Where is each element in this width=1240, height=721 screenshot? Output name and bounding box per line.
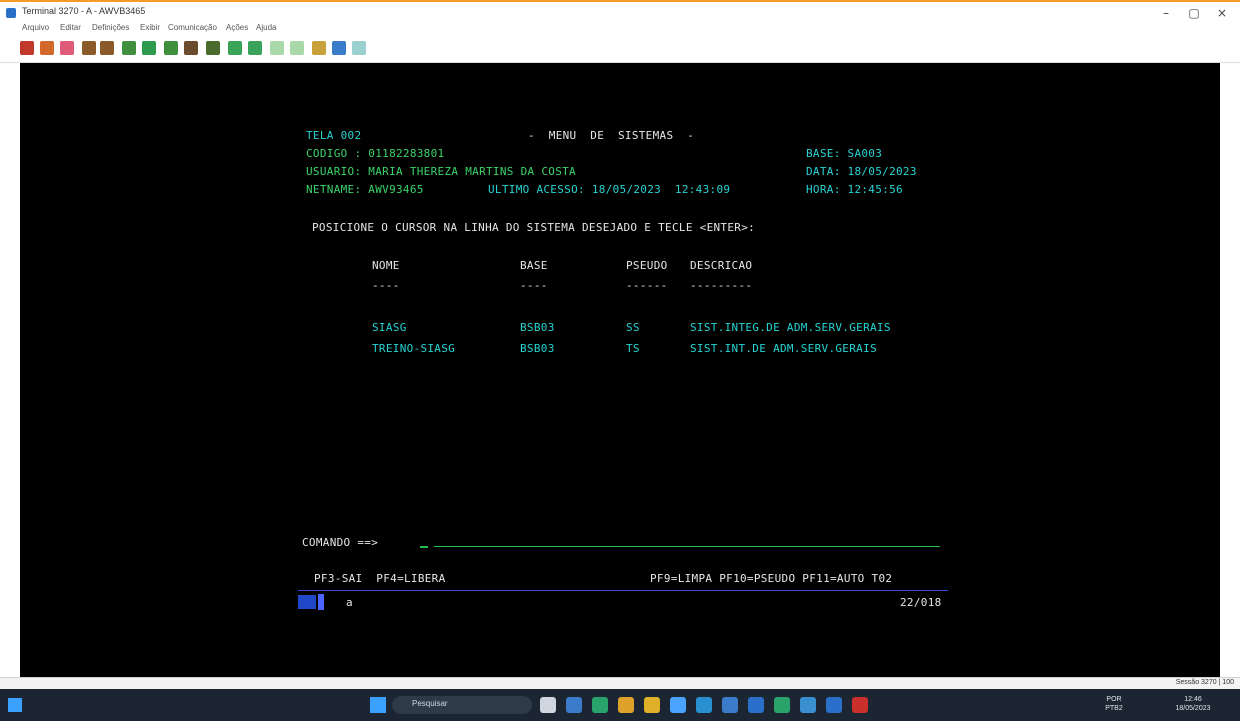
language-code: POR [1106,696,1122,703]
app-icon[interactable] [826,697,842,713]
window-title: Terminal 3270 - A - AWVB3465 [22,6,146,16]
menu-definicoes[interactable]: Definições [92,23,129,32]
disconnect-icon[interactable] [248,41,262,55]
paste-icon[interactable] [60,41,74,55]
menu-acoes[interactable]: Ações [226,23,248,32]
menu-editar[interactable]: Editar [60,23,81,32]
terminal-screen[interactable]: TELA 002 - MENU DE SISTEMAS - CODIGO : 0… [20,63,1220,677]
toolbar [0,36,1240,63]
text-cursor [420,546,428,548]
copy-icon[interactable] [20,41,34,55]
print-icon[interactable] [122,41,136,55]
row-base[interactable]: BSB03 [520,321,555,334]
teams-icon[interactable] [696,697,712,713]
menu-comunicacao[interactable]: Comunicação [168,23,217,32]
row-descricao[interactable]: SIST.INTEG.DE ADM.SERV.GERAIS [690,321,891,334]
search-placeholder: Pesquisar [412,699,448,708]
terminal-app-icon [6,8,16,18]
oia-cursor-indicator [318,594,324,610]
comando-label: COMANDO ==> [302,536,379,549]
screen-title: - MENU DE SISTEMAS - [528,129,695,142]
send-icon[interactable] [82,41,96,55]
macro-icon[interactable] [164,41,178,55]
maximize-button[interactable]: ▢ [1180,4,1208,22]
receive-icon[interactable] [100,41,114,55]
netname-field: NETNAME: AWV93465 [306,183,424,196]
pf-keys-left: PF3-SAI PF4=LIBERA [314,572,446,585]
row-descricao[interactable]: SIST.INT.DE ADM.SERV.GERAIS [690,342,877,355]
language-indicator[interactable]: POR PTB2 [1104,695,1124,713]
minimize-button[interactable]: – [1152,4,1180,22]
cut-icon[interactable] [40,41,54,55]
taskbar: Pesquisar POR PTB2 12:46 18/05/2023 [0,689,1240,721]
row-nome[interactable]: SIASG [372,321,407,334]
clock-date: 18/05/2023 [1175,705,1211,712]
codigo-field: CODIGO : 01182283801 [306,147,445,160]
taskbar-search[interactable]: Pesquisar [392,696,532,714]
col-rule-descricao: --------- [690,279,753,292]
cursor-position: 22/018 [900,596,942,609]
app-icon[interactable] [800,697,816,713]
menu-exibir[interactable]: Exibir [140,23,160,32]
screen-id: TELA 002 [306,129,362,142]
display-icon[interactable] [206,41,220,55]
col-header-base: BASE [520,259,548,272]
menu-bar: Arquivo Editar Definições Exibir Comunic… [0,22,1240,36]
play-icon[interactable] [290,41,304,55]
window-titlebar[interactable]: Terminal 3270 - A - AWVB3465 – ▢ × [0,2,1240,24]
data-field: DATA: 18/05/2023 [806,165,917,178]
outlook-icon[interactable] [722,697,738,713]
chrome-icon[interactable] [618,697,634,713]
record-icon[interactable] [270,41,284,55]
clock[interactable]: 12:46 18/05/2023 [1168,695,1218,713]
menu-arquivo[interactable]: Arquivo [22,23,49,32]
clock-time: 12:46 [1184,696,1202,703]
pf-keys-right: PF9=LIMPA PF10=PSEUDO PF11=AUTO T02 [650,572,893,585]
hora-field: HORA: 12:45:56 [806,183,903,196]
col-rule-nome: ---- [372,279,400,292]
menu-ajuda[interactable]: Ajuda [256,23,276,32]
row-pseudo[interactable]: SS [626,321,640,334]
word-icon[interactable] [748,697,764,713]
comando-input[interactable] [434,546,940,547]
help-icon[interactable] [352,41,366,55]
oia-session-letter: a [346,596,353,609]
col-rule-pseudo: ------ [626,279,668,292]
base-field: BASE: SA003 [806,147,883,160]
row-nome[interactable]: TREINO-SIASG [372,342,455,355]
close-button[interactable]: × [1208,4,1236,22]
oia-separator [298,590,948,591]
print-screen-icon[interactable] [142,41,156,55]
col-header-descricao: DESCRICAO [690,259,753,272]
file-explorer-icon[interactable] [644,697,660,713]
widgets-icon[interactable] [8,698,22,712]
edit-icon[interactable] [312,41,326,55]
app-icon[interactable] [566,697,582,713]
start-button[interactable] [370,697,386,713]
excel-icon[interactable] [774,697,790,713]
usuario-field: USUARIO: MARIA THEREZA MARTINS DA COSTA [306,165,576,178]
oia-status-indicator [298,595,316,609]
col-header-pseudo: PSEUDO [626,259,668,272]
instruction-text: POSICIONE O CURSOR NA LINHA DO SISTEMA D… [312,221,756,234]
connect-icon[interactable] [228,41,242,55]
store-icon[interactable] [670,697,686,713]
col-header-nome: NOME [372,259,400,272]
row-pseudo[interactable]: TS [626,342,640,355]
edge-icon[interactable] [592,697,608,713]
task-view-icon[interactable] [540,697,556,713]
terminal-taskbar-icon[interactable] [852,697,868,713]
chart-icon[interactable] [332,41,346,55]
ultimo-acesso-field: ULTIMO ACESSO: 18/05/2023 12:43:09 [488,183,731,196]
row-base[interactable]: BSB03 [520,342,555,355]
status-info: Sessão 3270 | 100 [1175,679,1234,686]
col-rule-base: ---- [520,279,548,292]
keyboard-icon[interactable] [184,41,198,55]
language-layout: PTB2 [1105,705,1123,712]
